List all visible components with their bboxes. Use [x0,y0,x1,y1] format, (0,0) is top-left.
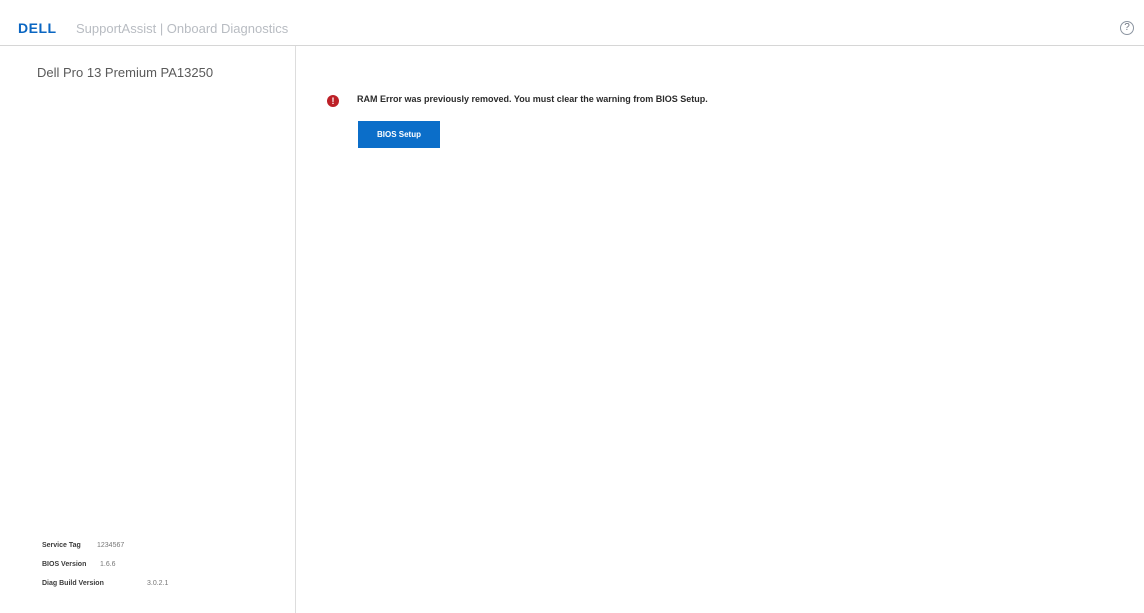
diag-build-version-row: Diag Build Version 3.0.2.1 [42,574,272,593]
system-name: Dell Pro 13 Premium PA13250 [37,65,214,80]
error-icon: ! [327,95,339,107]
error-message: RAM Error was previously removed. You mu… [357,94,708,104]
diag-build-version-label: Diag Build Version [42,580,104,587]
bios-setup-button[interactable]: BIOS Setup [358,121,440,148]
bios-version-row: BIOS Version 1.6.6 [42,555,272,574]
sidebar: Dell Pro 13 Premium PA13250 Service Tag … [0,46,296,613]
diag-build-version-value: 3.0.2.1 [147,580,169,587]
bios-version-label: BIOS Version [42,561,87,568]
system-info: Service Tag 1234567 BIOS Version 1.6.6 D… [42,536,272,593]
help-icon[interactable]: ? [1120,21,1134,35]
dell-logo: DELL [18,20,57,36]
service-tag-value: 1234567 [97,542,125,549]
bios-version-value: 1.6.6 [100,561,116,568]
app-window: DELL SupportAssist | Onboard Diagnostics… [0,0,1144,613]
service-tag-row: Service Tag 1234567 [42,536,272,555]
app-title: SupportAssist | Onboard Diagnostics [76,21,289,36]
service-tag-label: Service Tag [42,542,81,549]
main-content: ! RAM Error was previously removed. You … [296,46,1144,613]
error-message-row: ! RAM Error was previously removed. You … [327,92,1027,112]
app-header: DELL SupportAssist | Onboard Diagnostics… [0,0,1144,46]
